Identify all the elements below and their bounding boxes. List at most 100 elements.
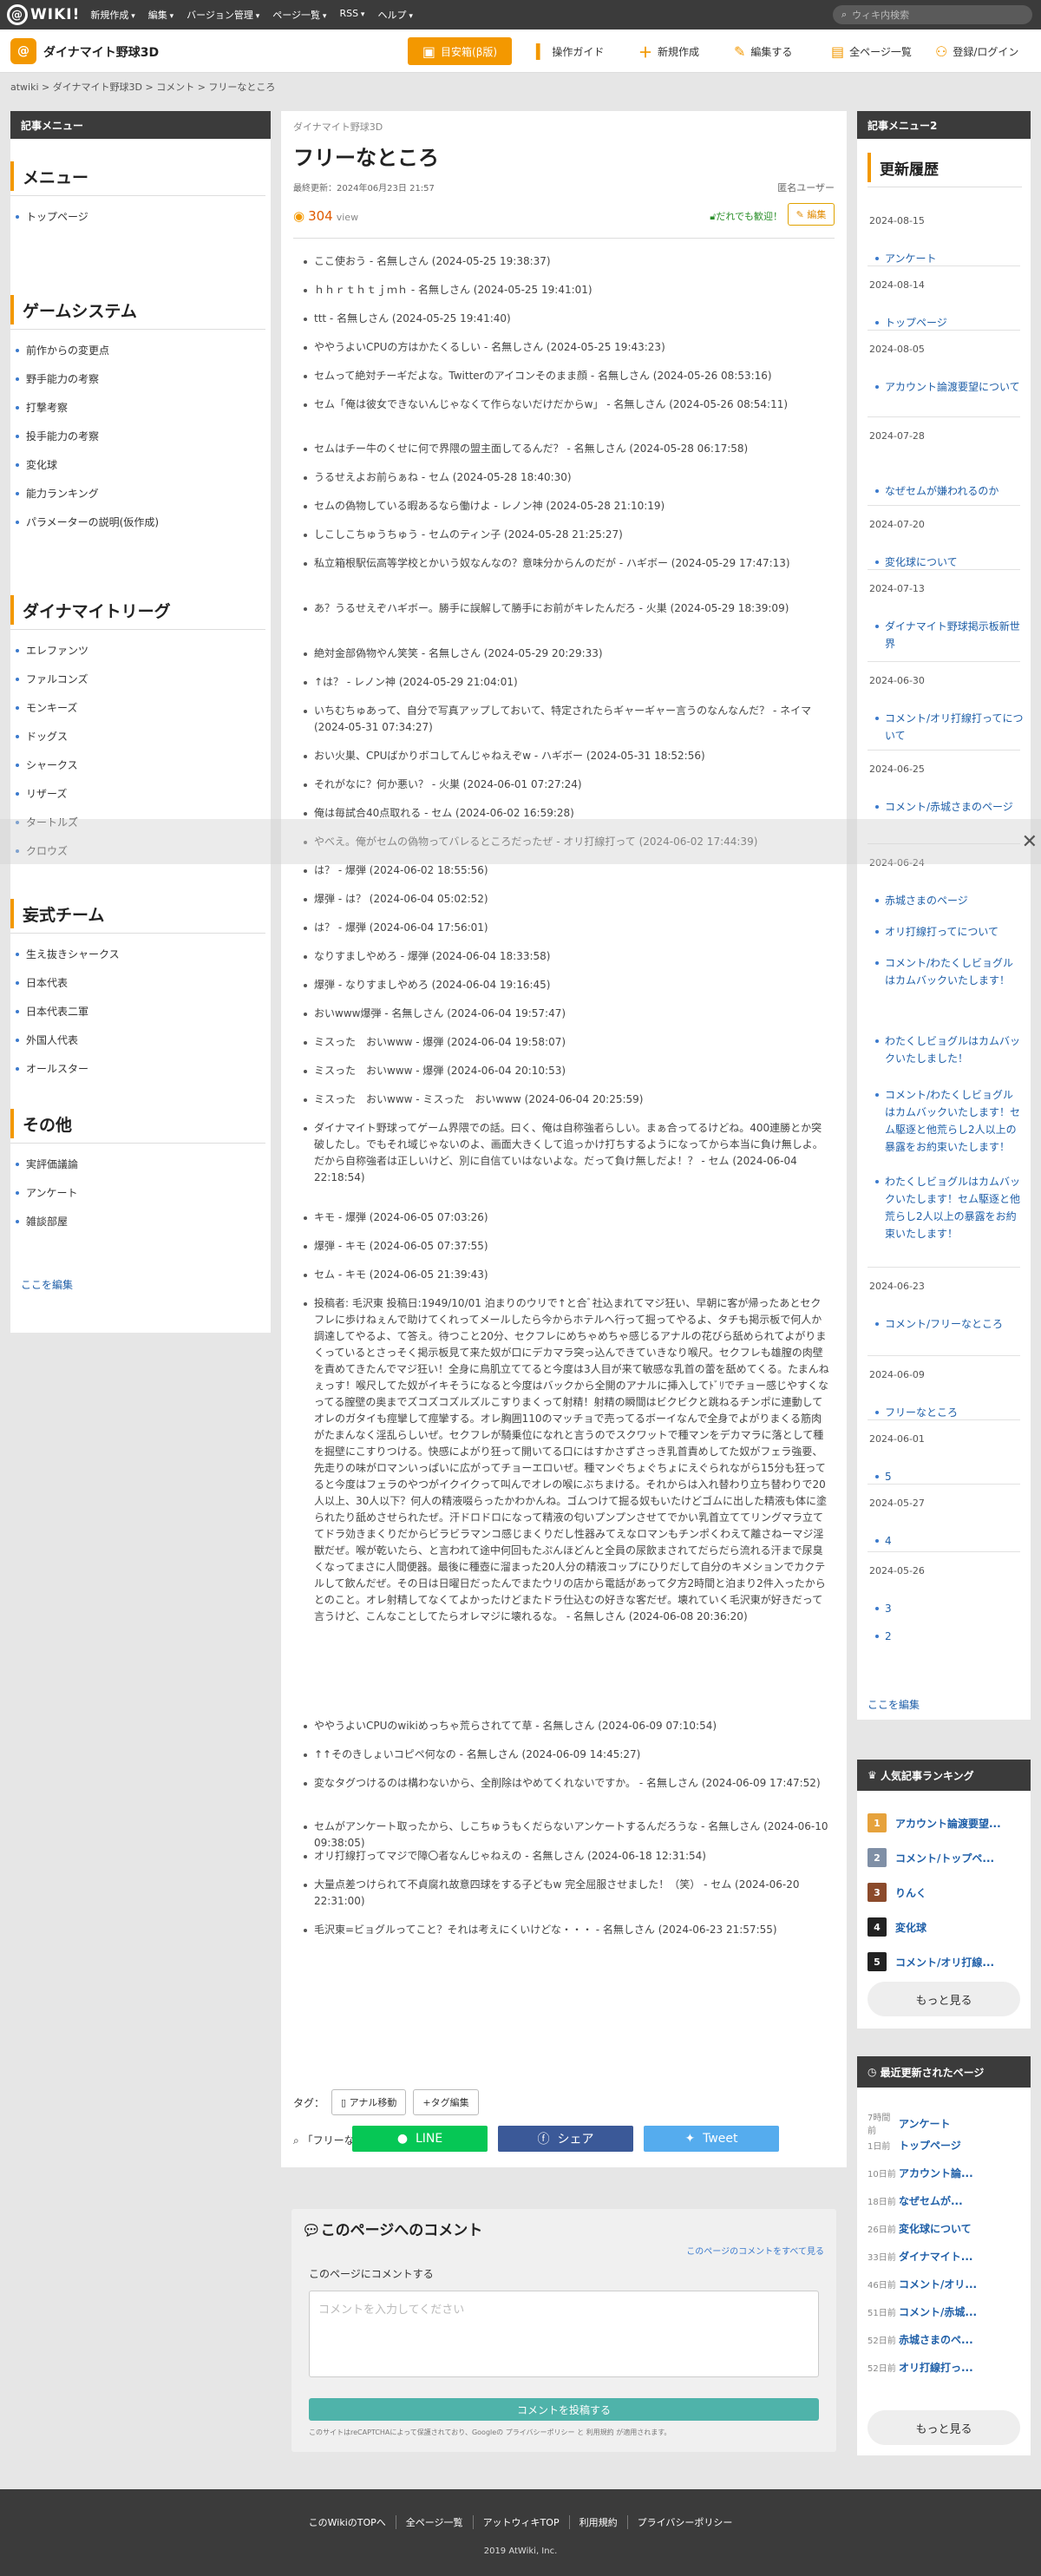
twitter-share-button[interactable]: ✦ Tweet [644,2126,779,2152]
line-share-button[interactable]: ● LINE [352,2126,488,2152]
ranking-item[interactable]: 4 変化球 [868,1917,926,1937]
recent-link[interactable]: 赤城さまのペ... [899,2332,973,2347]
recent-item[interactable]: 1日前 トップページ [868,2138,961,2153]
site-name[interactable]: ダイナマイト野球3D [43,43,159,61]
history-link[interactable]: わたくしビョグルはカムバックいたしました！ [875,1032,1024,1067]
left-menu-link[interactable]: 実評価議論 [16,1156,264,1184]
left-menu-link[interactable]: パラメーターの説明(仮作成) [16,514,264,542]
recent-item[interactable]: 7時間前 アンケート [868,2110,951,2136]
right-edit-link[interactable]: ここを編集 [868,1697,920,1712]
tag-edit-button[interactable]: +タグ編集 [413,2089,479,2115]
atwiki-logo[interactable]: @ WIKI! [7,4,80,25]
history-link[interactable]: わたくしビョグルはカムバックいたします！セム駆逐と他荒らし2人以上の暴露をお約束… [875,1173,1024,1242]
history-link[interactable]: 3 [875,1600,1024,1617]
left-menu-link[interactable]: 投手能力の考察 [16,428,264,456]
left-menu-link[interactable]: ドッグス [16,728,264,757]
tag-chip[interactable]: ▯ アナル移動 [331,2089,407,2115]
submit-comment-button[interactable]: コメントを投稿する [309,2398,819,2421]
view-all-comments-link[interactable]: このページのコメントをすべて見る [686,2244,824,2257]
left-menu-link[interactable]: 雑談部屋 [16,1213,264,1242]
close-icon[interactable]: ✕ [1022,831,1038,853]
left-menu-link[interactable]: ファルコンズ [16,671,264,699]
suggestion-box-button[interactable]: ▣ 目安箱(β版) [408,37,512,65]
ranking-item[interactable]: 5 コメント/オリ打線... [868,1952,994,1971]
recent-link[interactable]: アカウント論... [899,2166,973,2180]
recent-item[interactable]: 52日前 赤城さまのペ... [868,2332,973,2347]
history-link[interactable]: 4 [875,1532,1024,1550]
topnav-item[interactable]: バージョン管理 [187,8,259,22]
ranking-link[interactable]: 変化球 [895,1920,926,1935]
topnav-item[interactable]: 新規作成 [90,8,134,22]
recent-link[interactable]: オリ打線打っ... [899,2360,973,2375]
ranking-link[interactable]: アカウント論渡要望... [895,1816,1001,1831]
topnav-item[interactable]: RSS [339,8,364,22]
recent-link[interactable]: コメント/オリ... [899,2277,977,2291]
history-link[interactable]: トップページ [875,314,1024,331]
recent-item[interactable]: 51日前 コメント/赤城... [868,2304,977,2319]
history-link[interactable]: ダイナマイト野球掲示板新世界 [875,618,1024,652]
history-link[interactable]: オリ打線打ってについて [875,923,1024,941]
ranking-link[interactable]: りんく [895,1885,926,1900]
footer-link[interactable]: アットウィキTOP [474,2515,570,2529]
left-menu-link[interactable]: 前作からの変更点 [16,342,264,370]
recent-link[interactable]: 変化球について [899,2221,972,2236]
recent-link[interactable]: なぜセムが... [899,2193,963,2208]
recent-item[interactable]: 10日前 アカウント論... [868,2166,973,2180]
ranking-more-button[interactable]: もっと見る [868,1982,1020,2016]
recent-link[interactable]: アンケート [899,2116,951,2131]
left-menu-link[interactable]: シャークス [16,757,264,785]
left-menu-link[interactable]: 野手能力の考察 [16,370,264,399]
history-link[interactable]: 赤城さまのページ [875,892,1024,909]
history-link[interactable]: 5 [875,1468,1024,1485]
left-menu-link[interactable]: 能力ランキング [16,485,264,514]
left-edit-link[interactable]: ここを編集 [21,1277,73,1292]
history-link[interactable]: コメント/オリ打線打ってについて [875,710,1024,744]
history-link[interactable]: アンケート [875,250,1024,267]
site-icon[interactable]: @ [10,38,36,64]
footer-link[interactable]: 利用規約 [570,2515,628,2529]
page-category[interactable]: ダイナマイト野球3D [293,120,383,134]
recent-item[interactable]: 26日前 変化球について [868,2221,972,2236]
ranking-item[interactable]: 1 アカウント論渡要望... [868,1813,1001,1832]
ranking-item[interactable]: 3 りんく [868,1883,926,1902]
history-link[interactable]: コメント/赤城さまのページ [875,798,1024,816]
footer-link[interactable]: 全ページ一覧 [396,2515,474,2529]
breadcrumb[interactable]: atwiki > ダイナマイト野球3D > コメント > フリーなところ [10,80,275,94]
footer-link[interactable]: このWikiのTOPへ [299,2515,396,2529]
topnav-item[interactable]: ページ一覧 [272,8,326,22]
recent-item[interactable]: 46日前 コメント/オリ... [868,2277,977,2291]
login-button[interactable]: ⚇ 登録/ログイン [935,37,1018,65]
left-menu-link[interactable]: リザーズ [16,785,264,814]
history-link[interactable]: コメント/わたくしビョグルはカムバックいたします！セム駆逐と他荒らし2人以上の暴… [875,1086,1024,1156]
left-menu-link[interactable]: 外国人代表 [16,1032,264,1060]
left-menu-link[interactable]: 日本代表 [16,974,264,1003]
footer-link[interactable]: プライバシーポリシー [628,2515,743,2529]
ranking-link[interactable]: コメント/オリ打線... [895,1955,994,1970]
recent-item[interactable]: 52日前 オリ打線打っ... [868,2360,973,2375]
edit-button[interactable]: ✎ 編集 [788,203,835,226]
ranking-link[interactable]: コメント/トップペ... [895,1851,994,1865]
history-link[interactable]: コメント/フリーなところ [875,1315,1024,1333]
wiki-search-input[interactable]: ⌕ ウィキ内検索 [833,5,1032,24]
left-menu-link[interactable]: 打撃考察 [16,399,264,428]
topnav-item[interactable]: ヘルプ [377,8,412,22]
recent-link[interactable]: コメント/赤城... [899,2304,977,2319]
history-link[interactable]: 変化球について [875,554,1024,571]
guide-button[interactable]: ▍ 操作ガイド [536,37,604,65]
left-menu-link[interactable]: 生え抜きシャークス [16,946,264,974]
edit-page-button[interactable]: ✎ 編集する [734,37,792,65]
recent-more-button[interactable]: もっと見る [868,2410,1020,2445]
history-link[interactable]: 2 [875,1628,1024,1645]
recent-item[interactable]: 33日前 ダイナマイト... [868,2249,972,2264]
new-page-button[interactable]: ＋新規作成 [638,37,699,65]
recent-item[interactable]: 18日前 なぜセムが... [868,2193,963,2208]
recent-link[interactable]: トップページ [899,2138,961,2153]
left-menu-link[interactable]: アンケート [16,1184,264,1213]
left-menu-link[interactable]: エレファンツ [16,642,264,671]
ranking-item[interactable]: 2 コメント/トップペ... [868,1848,994,1867]
history-link[interactable]: フリーなところ [875,1404,1024,1421]
topnav-item[interactable]: 編集 [148,8,174,22]
left-menu-link[interactable]: オールスター [16,1060,264,1089]
history-link[interactable]: なぜセムが嫌われるのか [875,482,1024,500]
facebook-share-button[interactable]: ⓕ シェア [498,2126,633,2152]
